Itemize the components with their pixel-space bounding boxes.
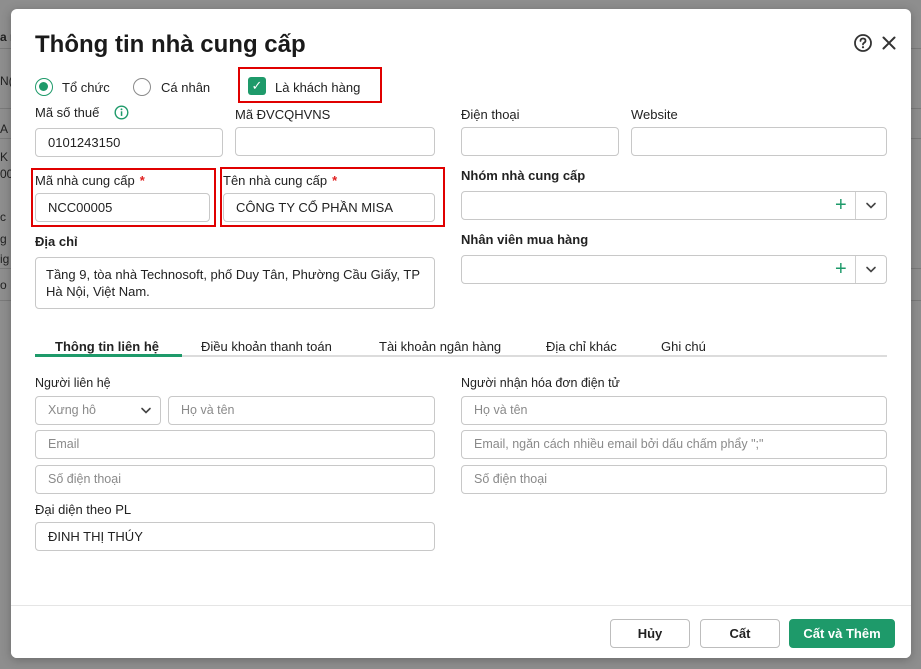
address-label: Địa chỉ [35,234,78,249]
radio-organization[interactable] [35,78,53,96]
is-customer-label: Là khách hàng [275,80,361,95]
tab-bank-account[interactable]: Tài khoản ngân hàng [379,339,501,354]
save-and-add-button[interactable]: Cất và Thêm [789,619,895,648]
help-icon[interactable] [853,33,873,53]
contact-person-label: Người liên hệ [35,376,111,390]
required-mark: * [139,173,145,188]
add-purchaser-plus-icon[interactable]: + [835,256,847,283]
save-button[interactable]: Cất [700,619,780,648]
tax-code-input[interactable]: 0101243150 [35,128,223,157]
close-icon[interactable] [879,33,899,53]
select-separator [855,192,856,219]
supplier-code-label-text: Mã nhà cung cấp [35,173,135,188]
purchaser-select[interactable]: + [461,255,887,284]
info-icon[interactable] [114,105,129,120]
bg-fragment: A [0,122,9,136]
supplier-group-label: Nhóm nhà cung cấp [461,168,586,183]
bg-fragment: c [0,210,6,224]
is-customer-checkbox[interactable]: ✓ [248,77,266,95]
supplier-group-select[interactable]: + [461,191,887,220]
tab-payment-terms[interactable]: Điều khoản thanh toán [201,339,332,354]
supplier-name-input[interactable]: CÔNG TY CỔ PHẦN MISA [223,193,435,222]
einvoice-email-input[interactable]: Email, ngăn cách nhiều email bởi dấu chấ… [461,430,887,459]
budget-code-input[interactable] [235,127,435,156]
purchaser-label: Nhân viên mua hàng [461,232,589,247]
supplier-name-label-text: Tên nhà cung cấp [223,173,328,188]
einvoice-phone-input[interactable]: Số điện thoại [461,465,887,494]
contact-email-input[interactable]: Email [35,430,435,459]
chevron-down-icon[interactable] [863,192,879,219]
website-label: Website [631,107,678,122]
contact-name-input[interactable]: Họ và tên [168,396,435,425]
supplier-dialog: Thông tin nhà cung cấp Tổ chức Cá nhân ✓… [11,9,911,658]
dialog-footer: Hủy Cất Cất và Thêm [11,605,911,658]
chevron-down-icon[interactable] [863,256,879,283]
dialog-title: Thông tin nhà cung cấp [35,31,306,58]
supplier-code-label: Mã nhà cung cấp * [35,173,145,188]
einvoice-recipient-label: Người nhận hóa đơn điện tử [461,376,620,390]
website-input[interactable] [631,127,887,156]
cancel-button[interactable]: Hủy [610,619,690,648]
tab-notes[interactable]: Ghi chú [661,339,706,354]
phone-input[interactable] [461,127,619,156]
tax-code-label: Mã số thuế [35,105,100,120]
budget-code-label: Mã ĐVCQHVNS [235,107,331,122]
bg-fragment: K [0,150,9,164]
active-tab-indicator [35,354,182,357]
einvoice-name-input[interactable]: Họ và tên [461,396,887,425]
salutation-placeholder: Xưng hô [48,403,96,417]
phone-label: Điện thoại [461,107,520,122]
chevron-down-icon[interactable] [138,397,154,424]
required-mark: * [332,173,338,188]
radio-individual-label: Cá nhân [161,80,211,95]
address-textarea[interactable]: Tầng 9, tòa nhà Technosoft, phố Duy Tân,… [35,257,435,309]
radio-organization-label: Tổ chức [62,80,110,95]
tab-other-address[interactable]: Địa chỉ khác [546,339,617,354]
add-group-plus-icon[interactable]: + [835,192,847,219]
contact-phone-input[interactable]: Số điện thoại [35,465,435,494]
radio-individual[interactable] [133,78,151,96]
supplier-code-input[interactable]: NCC00005 [35,193,210,222]
tab-contact-info[interactable]: Thông tin liên hệ [55,339,159,354]
bg-fragment: g [0,232,7,246]
legal-rep-input[interactable]: ĐINH THỊ THÚY [35,522,435,551]
legal-rep-label: Đại diện theo PL [35,502,132,517]
bg-fragment: ig [0,252,10,266]
supplier-name-label: Tên nhà cung cấp * [223,173,337,188]
select-separator [855,256,856,283]
salutation-select[interactable]: Xưng hô [35,396,161,425]
